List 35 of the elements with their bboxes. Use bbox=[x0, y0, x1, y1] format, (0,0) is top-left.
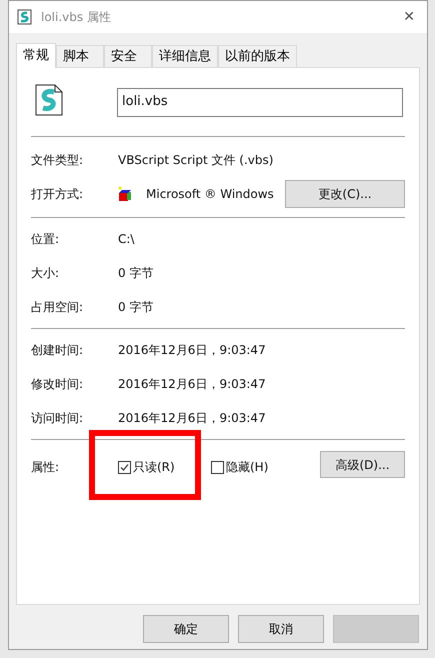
close-button[interactable]: ✕ bbox=[399, 6, 419, 28]
field-label: 创建时间: bbox=[31, 342, 84, 359]
field-label: 大小: bbox=[31, 265, 60, 282]
checkbox-label[interactable]: 只读(R) bbox=[133, 458, 175, 476]
field-value: VBScript Script 文件 (.vbs) bbox=[118, 152, 274, 169]
tab[interactable]: 详细信息 bbox=[152, 45, 218, 67]
field-label: 修改时间: bbox=[31, 376, 84, 393]
script-file-icon bbox=[35, 84, 63, 116]
dialog-button[interactable]: 确定 bbox=[143, 615, 229, 643]
field-value: 0 字节 bbox=[118, 265, 154, 282]
checkbox[interactable] bbox=[118, 460, 131, 474]
window-title: loli.vbs 属性 bbox=[41, 9, 112, 26]
script-file-icon bbox=[17, 9, 33, 25]
field-value: 2016年12月6日，9:03:47 bbox=[118, 376, 266, 393]
field-value: 0 字节 bbox=[118, 299, 154, 316]
advanced-button[interactable]: 高级(D)... bbox=[320, 451, 405, 478]
checkbox[interactable] bbox=[211, 460, 224, 474]
tab[interactable]: 安全 bbox=[104, 45, 152, 67]
field-label: 文件类型: bbox=[31, 152, 84, 169]
file-name-field[interactable]: loli.vbs bbox=[117, 88, 403, 116]
dialog-button[interactable]: 取消 bbox=[238, 615, 324, 643]
tab[interactable]: 以前的版本 bbox=[218, 45, 297, 67]
field-value: C:\ bbox=[118, 231, 134, 248]
field-label: 访问时间: bbox=[31, 410, 84, 427]
field-label: 占用空间: bbox=[31, 299, 84, 316]
checkbox-label[interactable]: 隐藏(H) bbox=[226, 458, 268, 476]
field-label: 位置: bbox=[31, 231, 60, 248]
field-label: 属性: bbox=[31, 459, 60, 476]
change-button[interactable]: 更改(C)... bbox=[285, 180, 405, 208]
tab[interactable]: 脚本 bbox=[56, 45, 104, 67]
field-value: 2016年12月6日，9:03:47 bbox=[118, 410, 266, 427]
field-value: 2016年12月6日，9:03:47 bbox=[118, 342, 266, 359]
field-label: 打开方式: bbox=[31, 186, 84, 203]
field-value: Microsoft ® Windows bbox=[146, 186, 274, 203]
tab[interactable]: 常规 bbox=[16, 43, 56, 68]
